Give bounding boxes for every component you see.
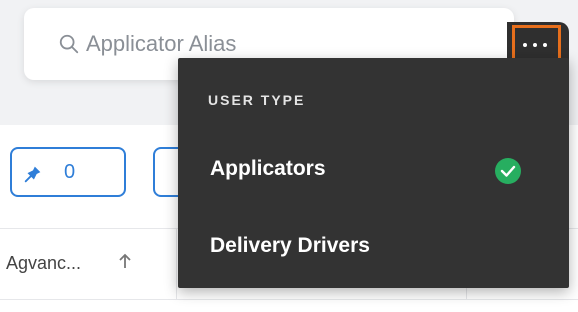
column-header-agvance[interactable]: Agvanc... xyxy=(6,253,81,274)
menu-item-delivery-drivers[interactable]: Delivery Drivers xyxy=(178,220,569,276)
column-divider xyxy=(176,229,177,299)
search-icon xyxy=(59,34,79,54)
dropdown-heading: USER TYPE xyxy=(208,92,306,108)
menu-item-label: Delivery Drivers xyxy=(210,234,370,257)
arrow-up-icon[interactable] xyxy=(118,253,132,269)
menu-item-applicators[interactable]: Applicators xyxy=(178,143,569,199)
user-type-dropdown: USER TYPE Applicators Delivery Drivers xyxy=(178,58,569,288)
pin-icon xyxy=(24,166,41,183)
pin-filter-button[interactable]: 0 xyxy=(10,147,126,197)
check-circle-icon xyxy=(495,158,521,184)
pin-filter-count: 0 xyxy=(64,161,76,183)
menu-item-label: Applicators xyxy=(210,157,326,180)
